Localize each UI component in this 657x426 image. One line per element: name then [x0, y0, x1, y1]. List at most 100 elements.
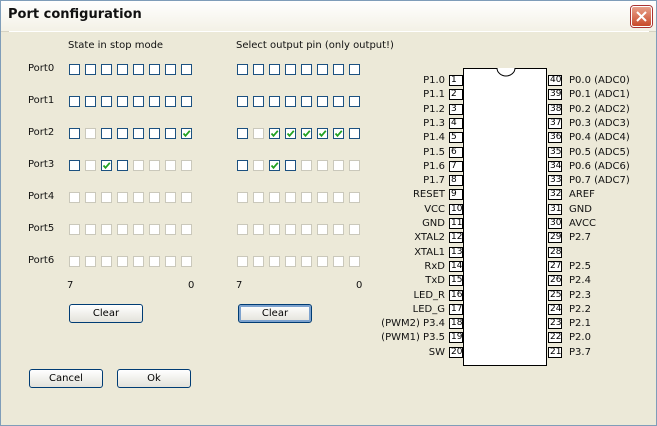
output-pin-port0-bit7-checkbox[interactable]	[237, 64, 248, 75]
output-pin-port4-bit1-checkbox	[333, 192, 344, 203]
output-pin-port0-bit2-checkbox[interactable]	[317, 64, 328, 75]
output-pin-port1-bit4-checkbox[interactable]	[285, 96, 296, 107]
pin-label: P1.3	[423, 118, 445, 129]
stop-mode-port1-bit6-checkbox[interactable]	[85, 96, 96, 107]
pin-label: VCC	[424, 204, 445, 215]
output-pin-port6-bit1-checkbox	[333, 256, 344, 267]
stop-mode-port2-bit0-checkbox[interactable]	[181, 128, 192, 139]
pin-number: 36	[548, 132, 562, 143]
stop-mode-port2-bit1-checkbox[interactable]	[165, 128, 176, 139]
chip-notch	[496, 67, 516, 77]
output-pin-port2-bit5-checkbox[interactable]	[269, 128, 280, 139]
pin-number: 32	[548, 189, 562, 200]
output-pin-port2-bit0-checkbox[interactable]	[349, 128, 360, 139]
pin-label: AREF	[569, 189, 595, 200]
pin-number: 9	[449, 189, 463, 200]
stop-mode-port3-bit6-checkbox	[85, 160, 96, 171]
port-label: Port0	[28, 63, 55, 74]
stop-mode-port5-bit6-checkbox	[85, 224, 96, 235]
stop-mode-port0-bit3-checkbox[interactable]	[133, 64, 144, 75]
output-pin-port2-bit4-checkbox[interactable]	[285, 128, 296, 139]
output-pin-port3-bit1-checkbox	[333, 160, 344, 171]
output-pin-bit-high: 7	[236, 280, 243, 291]
stop-mode-port3-bit3-checkbox	[133, 160, 144, 171]
output-pin-port5-bit0-checkbox	[349, 224, 360, 235]
stop-mode-port3-bit1-checkbox	[165, 160, 176, 171]
output-pin-port0-bit1-checkbox[interactable]	[333, 64, 344, 75]
output-pin-port3-bit4-checkbox[interactable]	[285, 160, 296, 171]
stop-mode-port0-bit0-checkbox[interactable]	[181, 64, 192, 75]
stop-mode-port5-bit5-checkbox	[101, 224, 112, 235]
stop-mode-port0-bit7-checkbox[interactable]	[69, 64, 80, 75]
output-pin-port1-bit2-checkbox[interactable]	[317, 96, 328, 107]
stop-mode-port0-bit2-checkbox[interactable]	[149, 64, 160, 75]
output-pin-port3-bit7-checkbox[interactable]	[237, 160, 248, 171]
stop-mode-port4-bit2-checkbox	[149, 192, 160, 203]
pin-label: P1.0	[423, 75, 445, 86]
stop-mode-port2-bit7-checkbox[interactable]	[69, 128, 80, 139]
output-pin-port1-bit6-checkbox[interactable]	[253, 96, 264, 107]
stop-mode-port5-bit2-checkbox	[149, 224, 160, 235]
stop-mode-port2-bit5-checkbox[interactable]	[101, 128, 112, 139]
pin-label: P1.6	[423, 161, 445, 172]
stop-mode-port4-bit4-checkbox	[117, 192, 128, 203]
stop-mode-port6-bit1-checkbox	[165, 256, 176, 267]
stop-mode-port6-bit5-checkbox	[101, 256, 112, 267]
stop-mode-port2-bit3-checkbox[interactable]	[133, 128, 144, 139]
stop-mode-port1-bit1-checkbox[interactable]	[165, 96, 176, 107]
output-pin-clear-button[interactable]: Clear	[238, 304, 312, 323]
output-pin-port0-bit0-checkbox[interactable]	[349, 64, 360, 75]
pin-label: (PWM2) P3.4	[381, 318, 445, 329]
output-pin-port4-bit7-checkbox	[237, 192, 248, 203]
close-button[interactable]	[631, 6, 652, 27]
stop-mode-port2-bit2-checkbox[interactable]	[149, 128, 160, 139]
stop-mode-port0-bit5-checkbox[interactable]	[101, 64, 112, 75]
stop-mode-clear-button[interactable]: Clear	[69, 304, 143, 323]
stop-mode-port0-bit4-checkbox[interactable]	[117, 64, 128, 75]
output-pin-port1-bit7-checkbox[interactable]	[237, 96, 248, 107]
output-pin-port1-bit1-checkbox[interactable]	[333, 96, 344, 107]
pin-number: 26	[548, 275, 562, 286]
output-pin-port6-bit4-checkbox	[285, 256, 296, 267]
port-label: Port3	[28, 159, 55, 170]
pin-number: 31	[548, 204, 562, 215]
pin-label: P2.1	[569, 318, 591, 329]
ok-button[interactable]: Ok	[117, 369, 191, 388]
stop-mode-port1-bit2-checkbox[interactable]	[149, 96, 160, 107]
output-pin-port6-bit5-checkbox	[269, 256, 280, 267]
output-pin-port1-bit5-checkbox[interactable]	[269, 96, 280, 107]
output-pin-port3-bit5-checkbox[interactable]	[269, 160, 280, 171]
pin-label: P0.4 (ADC4)	[569, 132, 630, 143]
stop-mode-port0-bit6-checkbox[interactable]	[85, 64, 96, 75]
stop-mode-port3-bit4-checkbox[interactable]	[117, 160, 128, 171]
output-pin-port2-bit3-checkbox[interactable]	[301, 128, 312, 139]
output-pin-port0-bit3-checkbox[interactable]	[301, 64, 312, 75]
output-pin-port0-bit6-checkbox[interactable]	[253, 64, 264, 75]
output-pin-port2-bit7-checkbox[interactable]	[237, 128, 248, 139]
output-pin-port5-bit2-checkbox	[317, 224, 328, 235]
stop-mode-port1-bit5-checkbox[interactable]	[101, 96, 112, 107]
stop-mode-port1-bit0-checkbox[interactable]	[181, 96, 192, 107]
pin-label: RxD	[424, 261, 445, 272]
pin-number: 3	[449, 104, 463, 115]
output-pin-port0-bit4-checkbox[interactable]	[285, 64, 296, 75]
output-pin-port0-bit5-checkbox[interactable]	[269, 64, 280, 75]
output-pin-port2-bit2-checkbox[interactable]	[317, 128, 328, 139]
pin-label: P1.5	[423, 147, 445, 158]
stop-mode-port1-bit4-checkbox[interactable]	[117, 96, 128, 107]
stop-mode-port1-bit3-checkbox[interactable]	[133, 96, 144, 107]
stop-mode-port1-bit7-checkbox[interactable]	[69, 96, 80, 107]
output-pin-port4-bit5-checkbox	[269, 192, 280, 203]
output-pin-port3-bit6-checkbox	[253, 160, 264, 171]
output-pin-port1-bit3-checkbox[interactable]	[301, 96, 312, 107]
stop-mode-port2-bit4-checkbox[interactable]	[117, 128, 128, 139]
cancel-button[interactable]: Cancel	[29, 369, 103, 388]
port-label: Port5	[28, 223, 55, 234]
stop-mode-port0-bit1-checkbox[interactable]	[165, 64, 176, 75]
output-pin-port2-bit1-checkbox[interactable]	[333, 128, 344, 139]
stop-mode-port3-bit5-checkbox[interactable]	[101, 160, 112, 171]
stop-mode-port3-bit7-checkbox[interactable]	[69, 160, 80, 171]
pin-label: P2.0	[569, 332, 591, 343]
pin-number: 5	[449, 132, 463, 143]
output-pin-port1-bit0-checkbox[interactable]	[349, 96, 360, 107]
